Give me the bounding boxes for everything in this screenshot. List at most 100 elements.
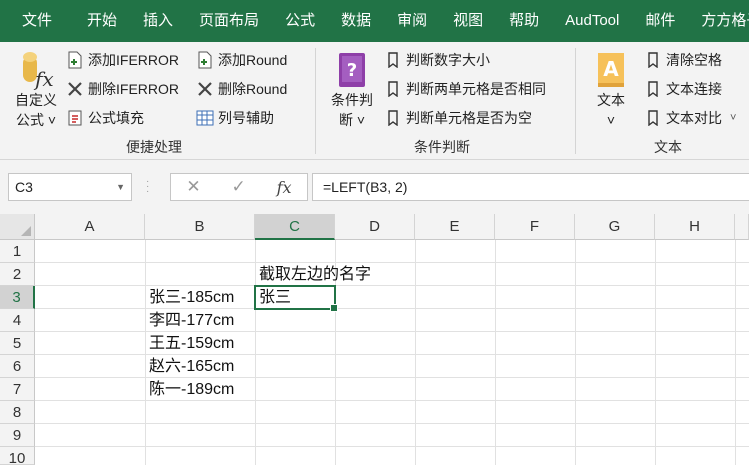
text-menu-button[interactable]: A 文本 ˅ bbox=[588, 50, 634, 130]
tab-insert[interactable]: 插入 bbox=[130, 0, 186, 42]
tab-audtool[interactable]: AudTool bbox=[552, 0, 632, 42]
gridline bbox=[35, 446, 749, 447]
insert-function-icon[interactable]: fx bbox=[277, 178, 292, 197]
svg-text:?: ? bbox=[347, 60, 357, 81]
delete-x-icon bbox=[196, 80, 214, 98]
clear-spaces-label: 清除空格 bbox=[666, 52, 722, 68]
cell-b5[interactable]: 王五-159cm bbox=[145, 332, 234, 355]
gridline bbox=[35, 331, 749, 332]
formula-fill-button[interactable]: 公式填充 bbox=[66, 107, 144, 129]
column-header-d[interactable]: D bbox=[335, 214, 415, 240]
question-book-icon: ? bbox=[339, 53, 365, 87]
tab-formulas[interactable]: 公式 bbox=[272, 0, 328, 42]
bookmark-icon bbox=[384, 109, 402, 127]
ribbon-panel: fx 自定义 公式 ˅ 添加IFERROR 删除IFERROR 公式填充 添加R… bbox=[0, 42, 749, 160]
cancel-icon[interactable]: ✕ bbox=[186, 177, 200, 197]
row-header-3[interactable]: 3 bbox=[0, 286, 35, 309]
text-a-icon: A bbox=[598, 53, 624, 87]
row-header-2[interactable]: 2 bbox=[0, 263, 35, 286]
gridline bbox=[35, 285, 749, 286]
name-box-value: C3 bbox=[15, 179, 33, 195]
column-header-h[interactable]: H bbox=[655, 214, 735, 240]
row-header-6[interactable]: 6 bbox=[0, 355, 35, 378]
select-all-corner[interactable] bbox=[0, 214, 35, 240]
enter-icon[interactable]: ✓ bbox=[232, 177, 246, 197]
text-compare-button[interactable]: 文本对比 ˅ bbox=[644, 107, 736, 129]
clear-spaces-button[interactable]: 清除空格 bbox=[644, 49, 722, 71]
column-header-f[interactable]: F bbox=[495, 214, 575, 240]
tab-mail[interactable]: 邮件 bbox=[632, 0, 688, 42]
add-iferror-button[interactable]: 添加IFERROR bbox=[66, 49, 179, 71]
bookmark-icon bbox=[384, 51, 402, 69]
chevron-down-icon[interactable]: ˅ bbox=[730, 112, 736, 124]
delete-round-label: 删除Round bbox=[218, 81, 288, 97]
custom-formula-button[interactable]: fx 自定义 公式 ˅ bbox=[10, 50, 62, 130]
name-box[interactable]: C3 ▼ bbox=[8, 173, 132, 201]
delete-iferror-button[interactable]: 删除IFERROR bbox=[66, 78, 179, 100]
gridline bbox=[35, 377, 749, 378]
condition-judge-button[interactable]: ? 条件判 断 ˅ bbox=[326, 50, 378, 130]
text-concat-label: 文本连接 bbox=[666, 81, 722, 97]
gridline bbox=[735, 240, 736, 465]
column-header-i[interactable] bbox=[735, 214, 749, 240]
chevron-down-icon[interactable]: ▼ bbox=[116, 174, 125, 200]
tab-help[interactable]: 帮助 bbox=[496, 0, 552, 42]
formula-fill-icon bbox=[66, 109, 84, 127]
cell-b6[interactable]: 赵六-165cm bbox=[145, 355, 234, 378]
tab-home[interactable]: 开始 bbox=[74, 0, 130, 42]
row-header-5[interactable]: 5 bbox=[0, 332, 35, 355]
drag-handle-icon[interactable]: · · · bbox=[146, 177, 149, 197]
column-header-a[interactable]: A bbox=[35, 214, 145, 240]
tab-data[interactable]: 数据 bbox=[328, 0, 384, 42]
add-document-icon bbox=[196, 51, 214, 69]
judge-cells-same-label: 判断两单元格是否相同 bbox=[406, 81, 546, 97]
tab-view[interactable]: 视图 bbox=[440, 0, 496, 42]
tab-review[interactable]: 审阅 bbox=[384, 0, 440, 42]
formula-input[interactable]: =LEFT(B3, 2) bbox=[312, 173, 749, 201]
row-header-10[interactable]: 10 bbox=[0, 447, 35, 465]
add-iferror-label: 添加IFERROR bbox=[88, 52, 179, 68]
judge-cells-same-button[interactable]: 判断两单元格是否相同 bbox=[384, 78, 546, 100]
bookmark-icon bbox=[384, 80, 402, 98]
cell-b7[interactable]: 陈一-189cm bbox=[145, 378, 234, 401]
tab-fangfang[interactable]: 方方格子 bbox=[688, 0, 749, 42]
bookmark-icon bbox=[644, 109, 662, 127]
row-header-1[interactable]: 1 bbox=[0, 240, 35, 263]
cell-b3[interactable]: 张三-185cm bbox=[145, 286, 234, 309]
gridline bbox=[575, 240, 576, 465]
delete-round-button[interactable]: 删除Round bbox=[196, 78, 287, 100]
row-header-7[interactable]: 7 bbox=[0, 378, 35, 401]
add-document-icon bbox=[66, 51, 84, 69]
worksheet-grid[interactable]: A B C D E F G H 1 2 3 4 5 6 7 8 9 10 截取左… bbox=[0, 214, 749, 465]
tab-page-layout[interactable]: 页面布局 bbox=[186, 0, 272, 42]
column-header-c[interactable]: C bbox=[255, 214, 335, 240]
add-round-label: 添加Round bbox=[218, 52, 288, 68]
column-header-e[interactable]: E bbox=[415, 214, 495, 240]
formula-bar: C3 ▼ · · · ✕ ✓ fx =LEFT(B3, 2) bbox=[0, 160, 749, 214]
row-header-8[interactable]: 8 bbox=[0, 401, 35, 424]
bookmark-icon bbox=[644, 51, 662, 69]
row-header-4[interactable]: 4 bbox=[0, 309, 35, 332]
group-label-convenience: 便捷处理 bbox=[126, 139, 182, 155]
add-round-button[interactable]: 添加Round bbox=[196, 49, 287, 71]
column-header-b[interactable]: B bbox=[145, 214, 255, 240]
svg-text:fx: fx bbox=[33, 67, 54, 90]
cell-c2[interactable]: 截取左边的名字 bbox=[255, 263, 371, 286]
column-helper-button[interactable]: 列号辅助 bbox=[196, 107, 274, 129]
gridline bbox=[35, 400, 749, 401]
text-concat-button[interactable]: 文本连接 bbox=[644, 78, 722, 100]
judge-number-size-button[interactable]: 判断数字大小 bbox=[384, 49, 490, 71]
custom-formula-line1: 自定义 bbox=[15, 92, 57, 108]
column-header-g[interactable]: G bbox=[575, 214, 655, 240]
judge-number-size-label: 判断数字大小 bbox=[406, 52, 490, 68]
cell-b4[interactable]: 李四-177cm bbox=[145, 309, 234, 332]
row-header-9[interactable]: 9 bbox=[0, 424, 35, 447]
text-menu-line2: ˅ bbox=[606, 112, 616, 128]
text-compare-label: 文本对比 bbox=[666, 110, 722, 126]
text-menu-line1: 文本 bbox=[597, 92, 625, 108]
gridline bbox=[35, 423, 749, 424]
judge-cell-empty-button[interactable]: 判断单元格是否为空 bbox=[384, 107, 532, 129]
gridline bbox=[415, 240, 416, 465]
tab-file[interactable]: 文件 bbox=[0, 0, 74, 42]
selected-cell-border[interactable] bbox=[254, 285, 338, 312]
